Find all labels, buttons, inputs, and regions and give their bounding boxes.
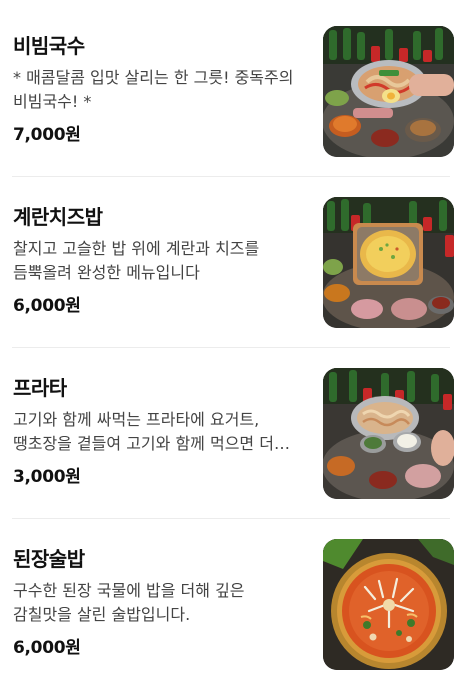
menu-item-description: 고기와 함께 싸먹는 프라타에 요거트, 땡초장을 곁들여 고기와 함께 먹으면… <box>13 410 274 453</box>
menu-item-price: 6,000원 <box>13 296 81 316</box>
menu-item-price: 7,000원 <box>13 125 81 145</box>
menu-item-description: 구수한 된장 국물에 밥을 더해 깊은 감칠맛을 살린 술밥입니다. <box>13 581 245 624</box>
menu-item-description: * 매콤달콤 입맛 살리는 한 그릇! 중독주의 비빔국수! * <box>13 68 294 111</box>
menu-item-description: 찰지고 고슬한 밥 위에 계란과 치즈를 듬뿍올려 완성한 메뉴입니다 <box>13 239 260 282</box>
prata-photo-graphic <box>323 368 454 499</box>
menu-item-name: 프라타 <box>13 376 67 400</box>
menu-item[interactable]: 계란치즈밥 찰지고 고슬한 밥 위에 계란과 치즈를 듬뿍올려 완성한 메뉴입니… <box>0 177 462 348</box>
bibim-noodle-photo-graphic <box>323 26 454 157</box>
doenjang-rice-photo-icon[interactable] <box>323 539 454 670</box>
menu-item-text: 비빔국수 * 매콤달콤 입맛 살리는 한 그릇! 중독주의 비빔국수! * 7,… <box>13 32 301 145</box>
menu-item-text: 프라타 고기와 함께 싸먹는 프라타에 요거트, 땡초장을 곁들여 고기와 함께… <box>13 374 301 487</box>
menu-item-name: 계란치즈밥 <box>13 205 103 229</box>
doenjang-rice-photo-graphic <box>323 539 454 670</box>
menu-item-price: 6,000원 <box>13 638 81 658</box>
menu-list: 비빔국수 * 매콤달콤 입맛 살리는 한 그릇! 중독주의 비빔국수! * 7,… <box>0 6 462 690</box>
menu-item[interactable]: 된장술밥 구수한 된장 국물에 밥을 더해 깊은 감칠맛을 살린 술밥입니다. … <box>0 519 462 690</box>
menu-item[interactable]: 비빔국수 * 매콤달콤 입맛 살리는 한 그릇! 중독주의 비빔국수! * 7,… <box>0 6 462 177</box>
menu-item[interactable]: 프라타 고기와 함께 싸먹는 프라타에 요거트, 땡초장을 곁들여 고기와 함께… <box>0 348 462 519</box>
menu-item-name: 비빔국수 <box>13 34 85 58</box>
prata-photo-icon[interactable] <box>323 368 454 499</box>
egg-cheese-rice-photo-graphic <box>323 197 454 328</box>
menu-item-text: 계란치즈밥 찰지고 고슬한 밥 위에 계란과 치즈를 듬뿍올려 완성한 메뉴입니… <box>13 203 301 316</box>
egg-cheese-rice-photo-icon[interactable] <box>323 197 454 328</box>
menu-item-name: 된장술밥 <box>13 547 85 571</box>
menu-item-text: 된장술밥 구수한 된장 국물에 밥을 더해 깊은 감칠맛을 살린 술밥입니다. … <box>13 545 301 658</box>
menu-item-price: 3,000원 <box>13 467 81 487</box>
bibim-noodle-photo-icon[interactable] <box>323 26 454 157</box>
